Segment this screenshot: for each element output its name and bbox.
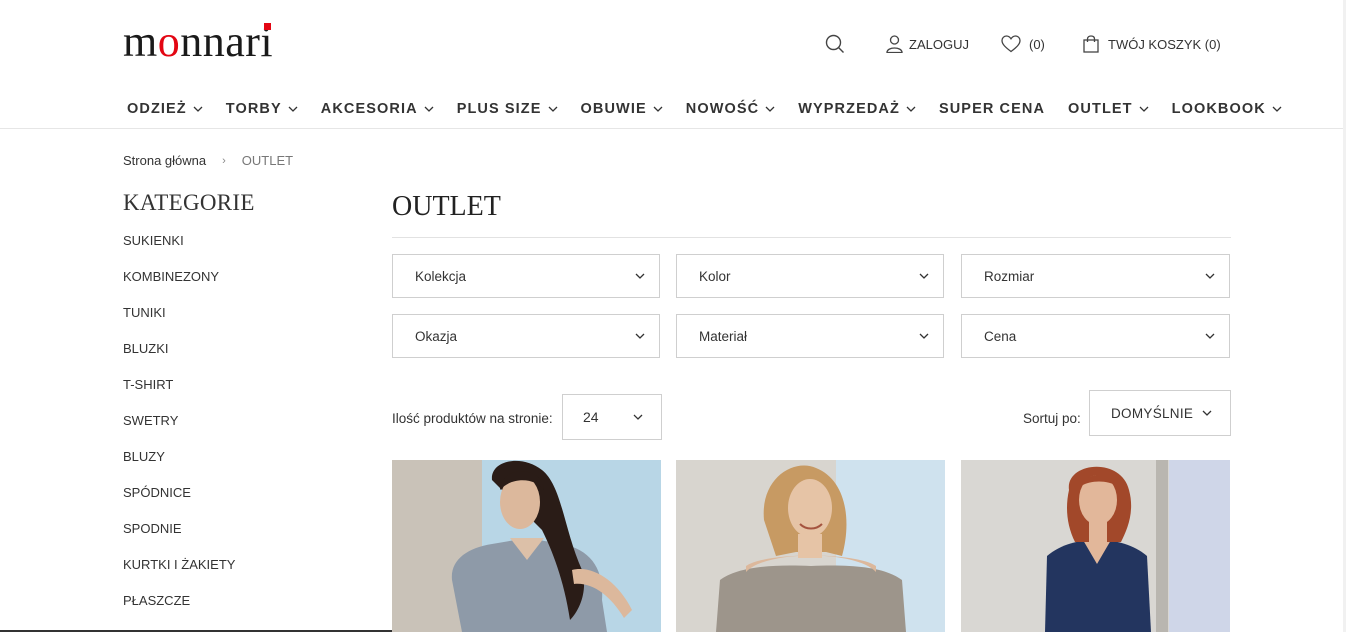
wishlist-link[interactable]: (0) — [1001, 35, 1045, 53]
login-link[interactable]: ZALOGUJ — [886, 35, 969, 53]
filter-materiał[interactable]: Materiał — [676, 314, 944, 358]
user-icon — [886, 35, 903, 53]
cart-label: TWÓJ KOSZYK (0) — [1108, 36, 1221, 52]
category-item[interactable]: SPÓDNICE — [123, 486, 235, 522]
chevron-down-icon — [288, 106, 298, 112]
nav-item-wyprzedaż[interactable]: WYPRZEDAŻ — [798, 101, 916, 117]
category-item[interactable]: SWETRY — [123, 414, 235, 450]
categories-heading: KATEGORIE — [123, 190, 255, 215]
category-item[interactable]: SPODNIE — [123, 522, 235, 558]
nav-item-outlet[interactable]: OUTLET — [1068, 101, 1149, 117]
nav-item-label: LOOKBOOK — [1171, 101, 1266, 117]
main-navigation: ODZIEŻ TORBY AKCESORIA PLUS SIZE OBUWIE NOWOŚ… — [127, 101, 1305, 117]
category-item[interactable]: BLUZY — [123, 450, 235, 486]
nav-item-label: OBUWIE — [580, 101, 647, 117]
chevron-down-icon — [193, 106, 203, 112]
category-item[interactable]: KURTKI I ŻAKIETY — [123, 558, 235, 594]
nav-item-label: ODZIEŻ — [127, 101, 187, 117]
chevron-down-icon — [906, 106, 916, 112]
product-image — [392, 460, 661, 632]
nav-item-odzież[interactable]: ODZIEŻ — [127, 101, 203, 117]
category-item[interactable]: T-SHIRT — [123, 378, 235, 414]
filter-kolekcja[interactable]: Kolekcja — [392, 254, 660, 298]
breadcrumb-separator: › — [222, 154, 226, 167]
nav-item-label: AKCESORIA — [320, 101, 418, 117]
wishlist-count: (0) — [1029, 36, 1045, 52]
chevron-down-icon — [635, 273, 645, 279]
login-label: ZALOGUJ — [909, 36, 969, 52]
heart-icon — [1001, 35, 1021, 53]
page-title: OUTLET — [392, 191, 501, 222]
nav-item-nowość[interactable]: NOWOŚĆ — [686, 101, 775, 117]
search-button[interactable] — [825, 33, 845, 55]
monnari-logo[interactable]: monnari — [123, 20, 273, 64]
filter-label: Materiał — [699, 328, 748, 344]
filter-cena[interactable]: Cena — [961, 314, 1230, 358]
shopping-bag-icon — [1083, 35, 1099, 53]
per-page-label: Ilość produktów na stronie: — [392, 411, 553, 426]
category-item[interactable]: KOMBINEZONY — [123, 270, 235, 306]
category-item[interactable]: SUKIENKI — [123, 234, 235, 270]
filter-label: Cena — [984, 328, 1017, 344]
nav-item-label: SUPER CENA — [938, 101, 1046, 117]
chevron-down-icon — [919, 273, 929, 279]
breadcrumb: Strona główna › OUTLET — [123, 153, 293, 168]
chevron-down-icon — [919, 333, 929, 339]
nav-item-obuwie[interactable]: OBUWIE — [581, 101, 663, 117]
chevron-down-icon — [1272, 106, 1282, 112]
filter-label: Rozmiar — [984, 268, 1035, 284]
cart-link[interactable]: TWÓJ KOSZYK (0) — [1083, 35, 1221, 53]
per-page-select[interactable]: 24 — [562, 394, 662, 440]
chevron-down-icon — [653, 106, 663, 112]
product-image — [676, 460, 945, 632]
category-item[interactable]: TUNIKI — [123, 306, 235, 342]
breadcrumb-current: OUTLET — [241, 153, 294, 168]
chevron-down-icon — [1202, 410, 1212, 416]
nav-item-lookbook[interactable]: LOOKBOOK — [1172, 101, 1282, 117]
category-list: SUKIENKI KOMBINEZONY TUNIKI BLUZKI T-SHIRT SW… — [123, 234, 235, 630]
search-icon — [825, 34, 844, 53]
sort-select[interactable]: DOMYŚLNIE — [1089, 390, 1231, 436]
nav-item-akcesoria[interactable]: AKCESORIA — [321, 101, 434, 117]
nav-item-super-cena[interactable]: SUPER CENA — [939, 101, 1045, 117]
filter-okazja[interactable]: Okazja — [392, 314, 660, 358]
filter-label: Okazja — [415, 328, 458, 344]
nav-item-torby[interactable]: TORBY — [226, 101, 298, 117]
chevron-down-icon — [1205, 273, 1215, 279]
product-card[interactable] — [961, 460, 1230, 632]
per-page-value: 24 — [583, 409, 599, 425]
product-card[interactable] — [676, 460, 945, 632]
site-header: monnari ZALOGUJ (0) TWÓJ KOSZYK (0) ODZI… — [0, 0, 1346, 129]
product-image — [961, 460, 1230, 632]
nav-item-label: NOWOŚĆ — [685, 101, 760, 117]
filter-label: Kolekcja — [415, 268, 467, 284]
sort-label: Sortuj po: — [1023, 411, 1081, 426]
category-item[interactable]: BLUZKI — [123, 342, 235, 378]
nav-item-label: WYPRZEDAŻ — [798, 101, 900, 117]
filter-label: Kolor — [699, 268, 731, 284]
chevron-down-icon — [635, 333, 645, 339]
breadcrumb-home[interactable]: Strona główna — [123, 153, 206, 168]
filter-rozmiar[interactable]: Rozmiar — [961, 254, 1230, 298]
filter-kolor[interactable]: Kolor — [676, 254, 944, 298]
chevron-down-icon — [1205, 333, 1215, 339]
chevron-down-icon — [548, 106, 557, 112]
product-card[interactable] — [392, 460, 661, 632]
nav-item-plus-size[interactable]: PLUS SIZE — [457, 101, 558, 117]
category-item[interactable]: PŁASZCZE — [123, 594, 235, 630]
chevron-down-icon — [765, 106, 775, 112]
title-divider — [392, 237, 1231, 238]
chevron-down-icon — [1139, 106, 1149, 112]
chevron-down-icon — [633, 414, 643, 420]
sort-value: DOMYŚLNIE — [1111, 405, 1194, 421]
chevron-down-icon — [424, 106, 434, 112]
nav-item-label: OUTLET — [1068, 101, 1133, 117]
nav-item-label: PLUS SIZE — [456, 101, 542, 117]
nav-item-label: TORBY — [225, 101, 282, 117]
